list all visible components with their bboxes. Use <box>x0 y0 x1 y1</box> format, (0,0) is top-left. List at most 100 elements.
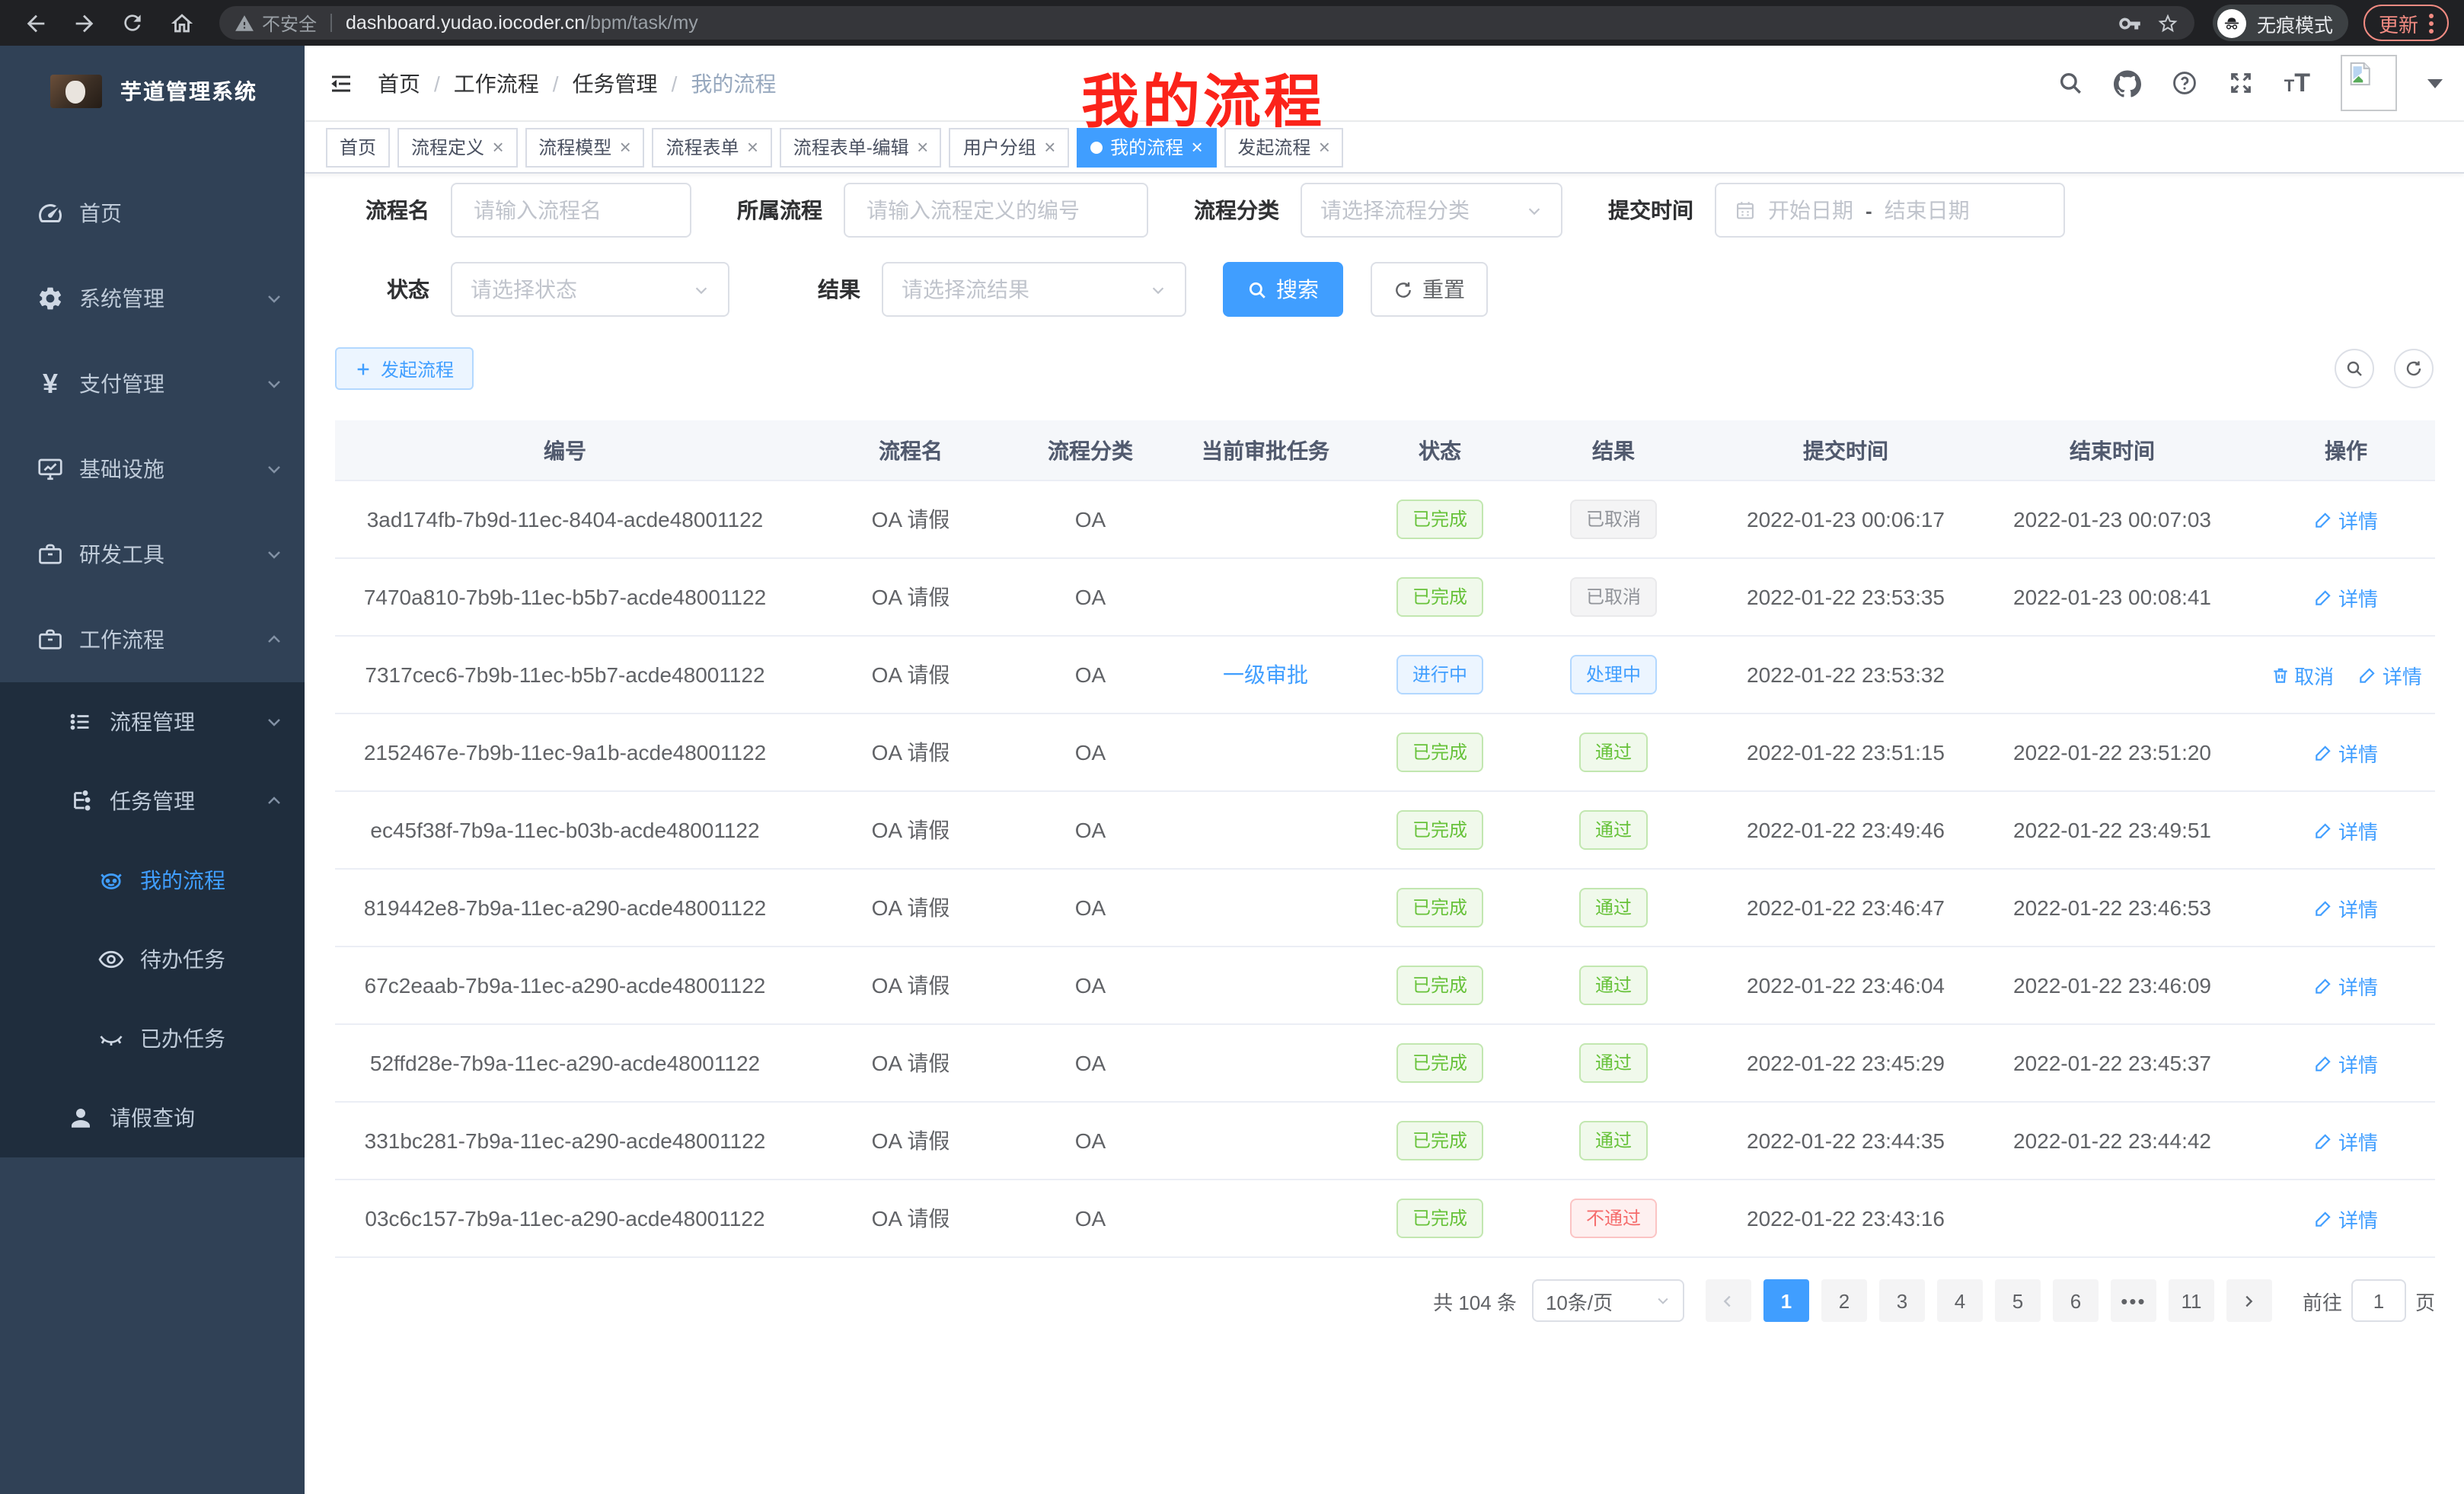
fold-icon <box>327 69 355 97</box>
chevron-left-icon <box>1720 1292 1737 1309</box>
header-fullscreen-button[interactable] <box>2228 70 2254 96</box>
browser-reload-button[interactable] <box>113 3 152 43</box>
close-icon[interactable]: × <box>1044 137 1055 157</box>
process-category-select[interactable]: 请选择流程分类 <box>1301 183 1562 238</box>
page-button[interactable]: 3 <box>1879 1279 1925 1322</box>
view-tab[interactable]: 发起流程 × <box>1224 127 1343 167</box>
sidebar-item-system[interactable]: 系统管理 <box>0 256 305 341</box>
view-tab[interactable]: 流程定义 × <box>397 127 517 167</box>
bookmark-star-button[interactable] <box>2156 11 2179 34</box>
process-table: 编号流程名流程分类当前审批任务状态结果提交时间结束时间操作 3ad174fb-7… <box>335 420 2435 1258</box>
current-task-link[interactable]: 一级审批 <box>1223 662 1308 687</box>
home-icon <box>168 10 194 36</box>
chevron-down-icon <box>265 545 283 563</box>
view-tab[interactable]: 流程表单 × <box>652 127 771 167</box>
sidebar-item-done-tasks[interactable]: 已办任务 <box>0 999 305 1078</box>
create-process-button[interactable]: 发起流程 <box>335 347 474 390</box>
detail-action[interactable]: 详情 <box>2314 1049 2378 1077</box>
toggle-search-button[interactable] <box>2335 349 2374 388</box>
page-size-select[interactable]: 10条/页 <box>1532 1279 1684 1322</box>
navbar: 首页 / 工作流程 / 任务管理 / 我的流程 <box>305 46 2464 122</box>
detail-action[interactable]: 详情 <box>2358 660 2422 689</box>
sidebar: 芋道管理系统 首页 系统管理 ¥ 支付管理 <box>0 46 305 1494</box>
page-button[interactable]: 4 <box>1937 1279 1983 1322</box>
process-name-input[interactable] <box>451 183 691 238</box>
page-button[interactable]: 2 <box>1821 1279 1867 1322</box>
sidebar-item-devtools[interactable]: 研发工具 <box>0 512 305 597</box>
reset-button[interactable]: 重置 <box>1371 262 1488 317</box>
sidebar-item-task-management[interactable]: 任务管理 <box>0 761 305 841</box>
sidebar-item-workflow[interactable]: 工作流程 <box>0 597 305 682</box>
page-button[interactable]: 1 <box>1763 1279 1809 1322</box>
breadcrumb-task-management[interactable]: 任务管理 <box>573 68 658 98</box>
detail-action[interactable]: 详情 <box>2314 583 2378 611</box>
header-help-button[interactable] <box>2172 70 2197 96</box>
tree-icon <box>67 787 94 815</box>
view-tab[interactable]: 用户分组 × <box>950 127 1069 167</box>
back-icon <box>22 10 48 36</box>
cell-process-name: OA 请假 <box>795 504 1026 535</box>
close-icon[interactable]: × <box>1318 137 1329 157</box>
view-tab[interactable]: 我的流程 × <box>1077 127 1216 167</box>
close-icon[interactable]: × <box>619 137 630 157</box>
view-tab[interactable]: 首页 <box>326 127 390 167</box>
sidebar-item-process-management[interactable]: 流程管理 <box>0 682 305 761</box>
view-tab[interactable]: 流程模型 × <box>525 127 644 167</box>
browser-update-menu-button[interactable]: 更新 <box>2363 5 2449 41</box>
detail-action[interactable]: 详情 <box>2314 1126 2378 1155</box>
page-button[interactable]: 5 <box>1995 1279 2041 1322</box>
prev-page-button[interactable] <box>1706 1279 1751 1322</box>
detail-action[interactable]: 详情 <box>2314 738 2378 767</box>
view-tab[interactable]: 流程表单-编辑 × <box>780 127 942 167</box>
page-button[interactable]: 11 <box>2169 1279 2214 1322</box>
browser-back-button[interactable] <box>15 3 55 43</box>
cancel-action[interactable]: 取消 <box>2270 660 2334 689</box>
header-search-button[interactable] <box>2057 70 2083 96</box>
sidebar-item-infrastructure[interactable]: 基础设施 <box>0 426 305 512</box>
process-definition-input[interactable] <box>844 183 1148 238</box>
sidebar-item-payment[interactable]: ¥ 支付管理 <box>0 341 305 426</box>
sidebar-item-todo-tasks[interactable]: 待办任务 <box>0 920 305 999</box>
detail-action[interactable]: 详情 <box>2314 816 2378 844</box>
site-security[interactable]: 不安全 <box>235 10 317 36</box>
goto-page-input[interactable] <box>2351 1279 2406 1322</box>
status-select[interactable]: 请选择状态 <box>451 262 729 317</box>
status-badge: 已完成 <box>1397 1199 1483 1238</box>
browser-home-button[interactable] <box>161 3 201 43</box>
sidebar-item-home[interactable]: 首页 <box>0 171 305 256</box>
reload-icon <box>120 11 145 35</box>
browser-forward-button[interactable] <box>64 3 104 43</box>
detail-action[interactable]: 详情 <box>2314 971 2378 1000</box>
close-icon[interactable]: × <box>917 137 928 157</box>
search-button[interactable]: 搜索 <box>1223 262 1343 317</box>
header-github-button[interactable] <box>2114 69 2141 97</box>
result-select[interactable]: 请选择流结果 <box>882 262 1186 317</box>
avatar-caret-icon[interactable] <box>2427 78 2443 88</box>
close-icon[interactable]: × <box>747 137 758 157</box>
sidebar-item-my-process[interactable]: 我的流程 <box>0 841 305 920</box>
sidebar-collapse-button[interactable] <box>317 59 365 107</box>
page-button[interactable]: 6 <box>2053 1279 2099 1322</box>
close-icon[interactable]: × <box>1191 137 1202 157</box>
password-key-button[interactable] <box>2118 11 2141 34</box>
font-size-button[interactable]: TT <box>2284 70 2310 96</box>
avatar[interactable] <box>2341 55 2397 111</box>
result-badge: 不通过 <box>1571 1199 1656 1238</box>
pencil-icon <box>2314 509 2334 529</box>
sidebar-item-leave-query[interactable]: 请假查询 <box>0 1078 305 1157</box>
detail-action[interactable]: 详情 <box>2314 893 2378 922</box>
cell-submit-time: 2022-01-22 23:46:47 <box>1724 895 1968 920</box>
breadcrumb-home[interactable]: 首页 <box>378 68 420 98</box>
detail-action[interactable]: 详情 <box>2314 1204 2378 1233</box>
address-bar[interactable]: 不安全 dashboard.yudao.iocoder.cn/bpm/task/… <box>219 6 2194 40</box>
app-logo[interactable]: 芋道管理系统 <box>0 46 305 137</box>
close-icon[interactable]: × <box>492 137 503 157</box>
detail-action[interactable]: 详情 <box>2314 505 2378 534</box>
submit-time-range-picker[interactable]: 开始日期 - 结束日期 <box>1715 183 2065 238</box>
breadcrumb-workflow[interactable]: 工作流程 <box>454 68 539 98</box>
page-button[interactable]: ••• <box>2111 1279 2156 1322</box>
next-page-button[interactable] <box>2226 1279 2272 1322</box>
table-body: 3ad174fb-7b9d-11ec-8404-acde48001122 OA … <box>335 481 2435 1258</box>
refresh-table-button[interactable] <box>2394 349 2434 388</box>
cell-end-time: 2022-01-22 23:46:09 <box>1968 973 2257 998</box>
